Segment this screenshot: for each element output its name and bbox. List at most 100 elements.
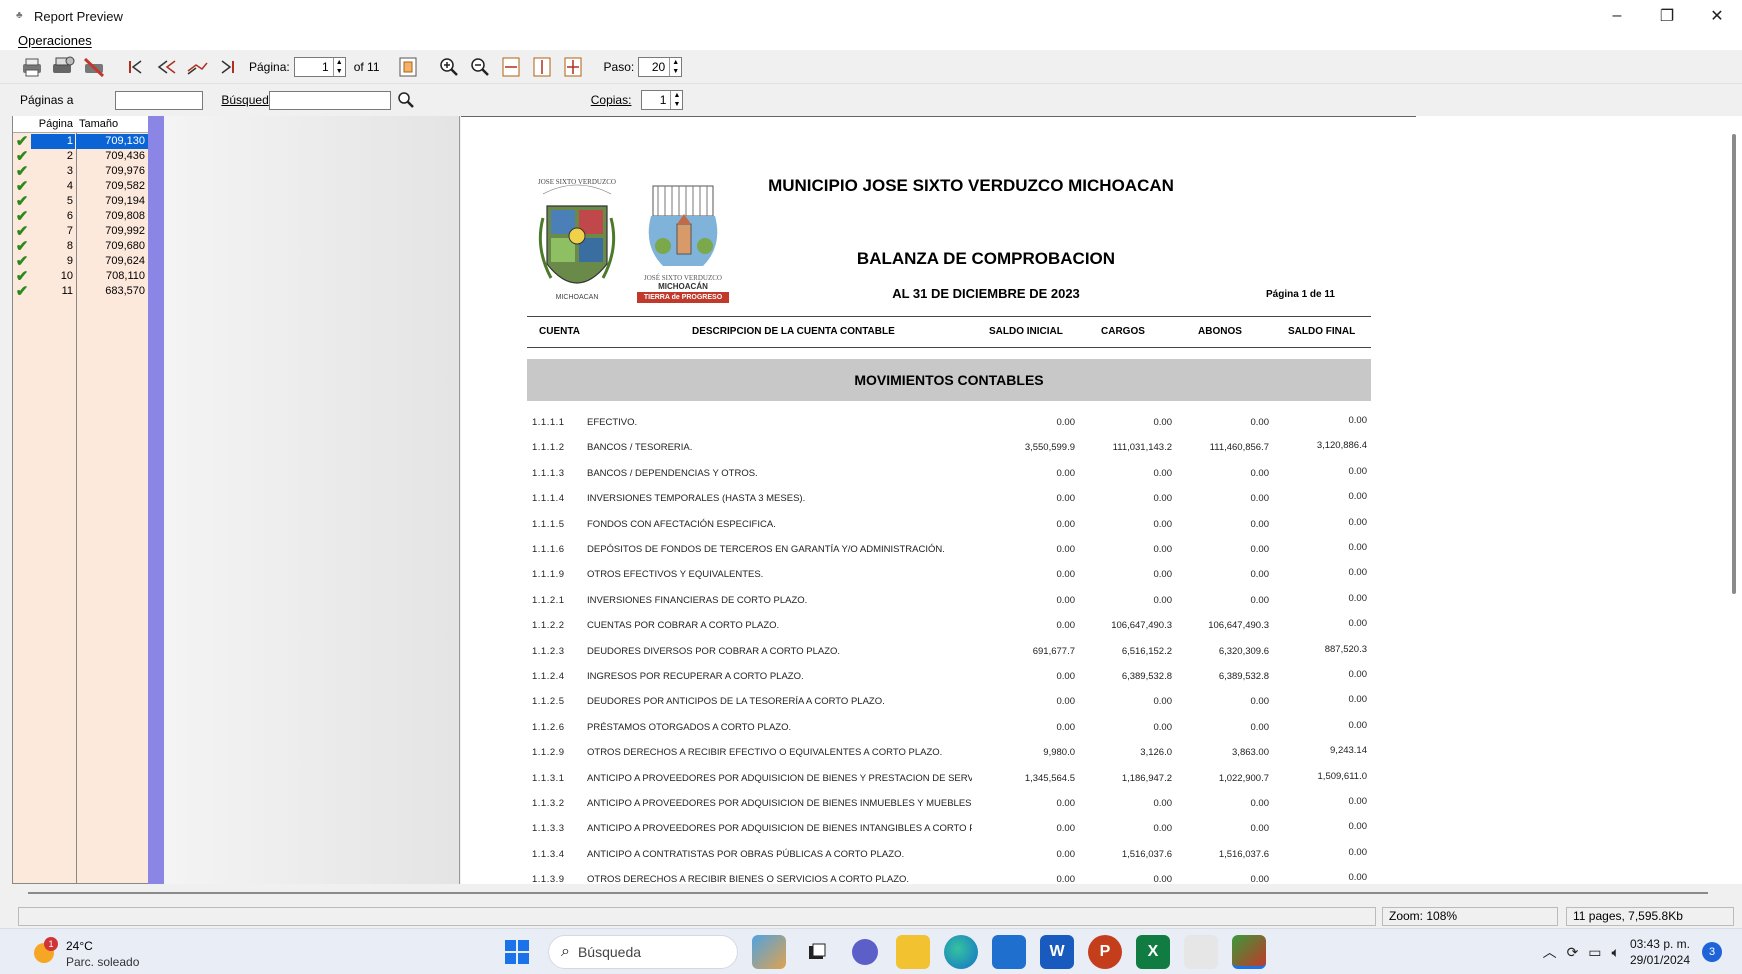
paginas-input[interactable] [115,90,204,110]
chat-icon[interactable] [852,939,878,965]
search-icon[interactable] [397,91,415,109]
column-cuenta: CUENTA [539,326,580,337]
checkmark-icon[interactable]: ✔ [13,284,31,299]
checkmark-icon[interactable]: ✔ [13,209,31,224]
store-icon[interactable] [992,935,1026,969]
column-header-tamano[interactable]: Tamaño [75,116,148,132]
pagina-input[interactable] [294,57,333,76]
page-list-row[interactable]: ✔ 8 709,680 [13,239,149,254]
weather-widget[interactable]: 1 24°C Parc. soleado [30,937,180,969]
volume-icon[interactable]: 🔈︎ [1612,944,1620,961]
saldo-inicial-value: 0.00 [1056,417,1076,428]
close-preview-icon[interactable] [80,53,108,81]
word-icon[interactable]: W [1040,935,1074,969]
account-description: INVERSIONES FINANCIERAS DE CORTO PLAZO. [587,594,808,606]
zoom-in-icon[interactable] [435,53,463,81]
powerpoint-icon[interactable]: P [1088,935,1122,969]
spin-up-icon[interactable]: ▲ [671,91,682,100]
first-page-icon[interactable] [121,53,149,81]
spin-up-icon[interactable]: ▲ [334,58,345,67]
page-list-row[interactable]: ✔ 10 708,110 [13,269,149,284]
network-icon[interactable]: ▭ [1588,944,1601,961]
accounting-app-icon[interactable] [1232,935,1266,969]
close-button[interactable]: ✕ [1692,0,1742,32]
prev-page-icon[interactable] [152,53,180,81]
sync-icon[interactable]: ⟳ [1567,944,1579,961]
checkmark-icon[interactable]: ✔ [13,164,31,179]
saldo-final-value: 1,509,611.0 [1317,770,1367,782]
checkmark-icon[interactable]: ✔ [13,194,31,209]
task-view-icon[interactable] [800,935,834,969]
account-description: INVERSIONES TEMPORALES (HASTA 3 MESES). [587,493,806,505]
checkmark-icon[interactable]: ✔ [13,269,31,284]
fit-width-icon[interactable] [497,53,525,81]
pagina-spinner[interactable]: ▲▼ [293,56,346,77]
print-icon[interactable] [18,53,46,81]
cargos-value: 111,031,143.2 [1112,442,1172,454]
vertical-scrollbar[interactable] [1728,116,1742,884]
checkmark-icon[interactable]: ✔ [13,254,31,269]
page-list-row[interactable]: ✔ 6 709,808 [13,209,149,224]
page-list-row[interactable]: ✔ 11 683,570 [13,284,149,299]
chevron-up-icon[interactable]: ︿ [1543,942,1557,962]
excel-icon[interactable]: X [1136,935,1170,969]
fit-height-icon[interactable] [528,53,556,81]
goto-page-icon[interactable] [394,53,422,81]
checkmark-icon[interactable]: ✔ [13,134,31,149]
restore-button[interactable]: ❐ [1642,0,1692,32]
horizontal-scrollbar[interactable] [12,886,1742,900]
page-list-row[interactable]: ✔ 5 709,194 [13,194,149,209]
copias-input[interactable] [642,91,671,109]
weather-condition: Parc. soleado [66,955,140,969]
page-list-row[interactable]: ✔ 7 709,992 [13,224,149,239]
checkmark-icon[interactable]: ✔ [13,224,31,239]
widgets-icon[interactable] [752,935,786,969]
notification-badge[interactable]: 3 [1702,942,1722,962]
page-list-row[interactable]: ✔ 2 709,436 [13,149,149,164]
spin-up-icon[interactable]: ▲ [670,58,681,67]
account-row: 1.1.3.1 ANTICIPO A PROVEEDORES POR ADQUIS… [527,770,1371,786]
last-page-icon[interactable] [214,53,242,81]
checkmark-icon[interactable]: ✔ [13,179,31,194]
saldo-inicial-value: 0.00 [1056,620,1076,632]
snipping-icon[interactable] [1184,935,1218,969]
pages-panel: Página Tamaño ✔ 1 709,130 ✔ 2 709,436 ✔ 3 709,97… [12,116,164,884]
account-code: 1.1.1.2 [532,442,565,454]
checkmark-icon[interactable]: ✔ [13,239,31,254]
copias-spinner[interactable]: ▲▼ [641,90,684,110]
page-list-row[interactable]: ✔ 4 709,582 [13,179,149,194]
account-row: 1.1.2.2 CUENTAS POR COBRAR A CORTO PLAZO.… [527,618,1371,633]
edge-icon[interactable] [944,935,978,969]
account-row: 1.1.2.9 OTROS DERECHOS A RECIBIR EFECTIVO… [527,745,1371,760]
taskbar-search[interactable]: ⌕ Búsqueda [548,935,738,969]
page-number: 1 [31,134,75,149]
spin-down-icon[interactable]: ▼ [334,67,345,76]
zoom-out-icon[interactable] [466,53,494,81]
fit-page-icon[interactable] [559,53,587,81]
menu-operaciones[interactable]: Operaciones [18,33,92,48]
search-input[interactable] [268,90,391,110]
thumbnail-strip [148,116,164,884]
page-list-row[interactable]: ✔ 3 709,976 [13,164,149,179]
spin-down-icon[interactable]: ▼ [670,67,681,76]
minimize-button[interactable]: – [1592,0,1642,32]
account-row: 1.1.3.3 ANTICIPO A PROVEEDORES POR ADQUIS… [527,821,1371,836]
file-explorer-icon[interactable] [896,935,930,969]
spin-down-icon[interactable]: ▼ [671,100,682,109]
paso-spinner[interactable]: ▲▼ [638,56,683,77]
page-list-row[interactable]: ✔ 9 709,624 [13,254,149,269]
column-header-pagina[interactable]: Página [13,116,75,132]
clock[interactable]: 03:43 p. m. 29/01/2024 [1630,936,1690,968]
saldo-inicial-value: 0.00 [1056,823,1076,835]
saldo-final-value: 0.00 [1348,542,1368,553]
account-description: BANCOS / TESORERIA. [587,442,693,454]
report-page-info: Página 1 de 11 [1266,289,1335,300]
page-list-row[interactable]: ✔ 1 709,130 [13,134,149,149]
checkmark-icon[interactable]: ✔ [13,149,31,164]
next-page-icon[interactable] [183,53,211,81]
paso-input[interactable] [639,57,670,76]
windows-start-icon[interactable] [500,935,534,969]
print-setup-icon[interactable] [49,53,77,81]
saldo-inicial-value: 0.00 [1056,874,1076,884]
account-description: DEUDORES POR ANTICIPOS DE LA TESORERÍA A… [587,696,885,708]
